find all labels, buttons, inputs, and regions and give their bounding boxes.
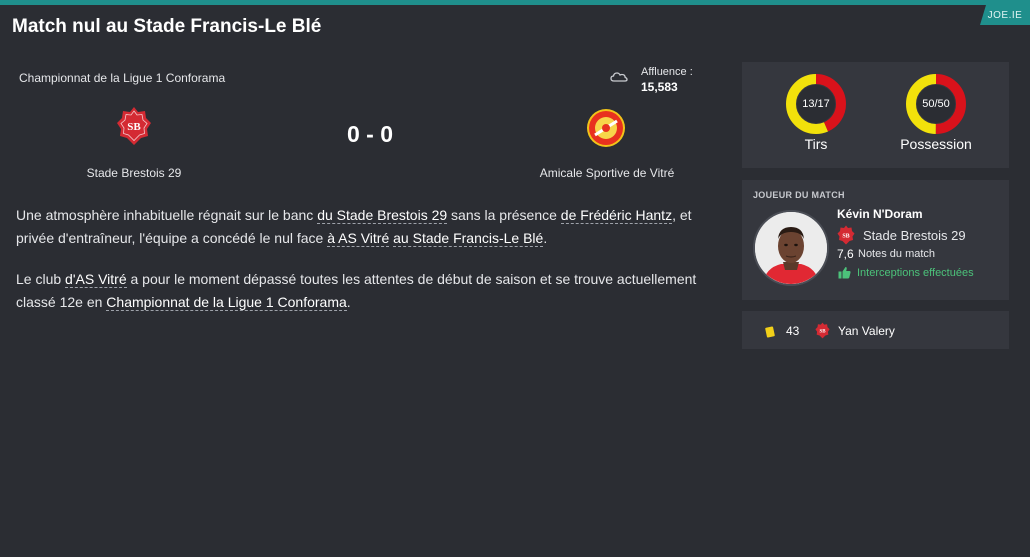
brest-crest-icon: SB: [837, 225, 855, 245]
competition-link[interactable]: Championnat de la Ligue 1 Conforama: [19, 71, 225, 85]
possession-value: 50/50: [922, 98, 950, 110]
shots-label: Tirs: [804, 136, 828, 152]
attendance-value: 15,583: [641, 80, 678, 94]
brest-crest-icon[interactable]: SB: [116, 106, 152, 146]
report-link[interactable]: de Frédéric Hantz: [560, 207, 673, 224]
report-link[interactable]: à AS Vitré: [327, 230, 390, 247]
report-paragraph-2: Le club d'AS Vitré a pour le moment dépa…: [16, 268, 726, 314]
report-link[interactable]: d'AS Vitré: [65, 271, 127, 288]
match-event-row[interactable]: 43 SB Yan Valery: [742, 311, 1009, 349]
cloudy-icon: [610, 72, 628, 82]
shots-value: 13/17: [802, 98, 830, 110]
report-link[interactable]: au Stade Francis-Le Blé: [393, 230, 544, 247]
match-score: 0 - 0: [346, 121, 394, 147]
page-title: Match nul au Stade Francis-Le Blé: [12, 16, 322, 37]
attendance-label: Affluence :: [641, 66, 693, 78]
svg-text:SB: SB: [127, 121, 141, 133]
player-rating-label: Notes du match: [858, 248, 936, 260]
svg-text:SB: SB: [842, 234, 849, 240]
player-avatar[interactable]: [753, 210, 829, 286]
svg-text:SB: SB: [819, 330, 826, 335]
vitre-crest-icon[interactable]: [586, 108, 626, 148]
report-link[interactable]: du Stade Brestois 29: [317, 207, 448, 224]
report-text: sans la présence: [447, 207, 561, 223]
report-text: .: [543, 230, 548, 246]
home-team-name[interactable]: Stade Brestois 29: [54, 166, 214, 180]
brest-crest-icon: SB: [815, 322, 830, 339]
possession-label: Possession: [900, 136, 972, 152]
report-link[interactable]: Championnat de la Ligue 1 Conforama: [106, 294, 347, 311]
player-of-match-heading: JOUEUR DU MATCH: [753, 190, 845, 200]
player-club-name[interactable]: Stade Brestois 29: [863, 228, 966, 243]
event-minute: 43: [786, 324, 800, 338]
player-name[interactable]: Kévin N'Doram: [837, 207, 923, 221]
player-rating: 7,6: [837, 247, 854, 261]
site-badge[interactable]: JOE.IE: [980, 5, 1030, 25]
report-paragraph-1: Une atmosphère inhabituelle régnait sur …: [16, 204, 726, 250]
report-text: Le club: [16, 271, 66, 287]
top-accent-bar: [0, 0, 1030, 5]
report-text: .: [346, 294, 351, 310]
away-team-name[interactable]: Amicale Sportive de Vitré: [527, 166, 687, 180]
report-text: Une atmosphère inhabituelle régnait sur …: [16, 207, 318, 223]
player-of-match-card: JOUEUR DU MATCH Kévin N'Doram SB Stade B…: [742, 180, 1009, 300]
thumbs-up-icon: [838, 267, 851, 279]
event-player-name[interactable]: Yan Valery: [838, 324, 895, 338]
yellow-card-icon: [765, 326, 775, 338]
match-stats-card: 13/17 Tirs 50/50 Possession: [742, 62, 1009, 168]
player-highlight: Interceptions effectuées: [857, 267, 974, 279]
